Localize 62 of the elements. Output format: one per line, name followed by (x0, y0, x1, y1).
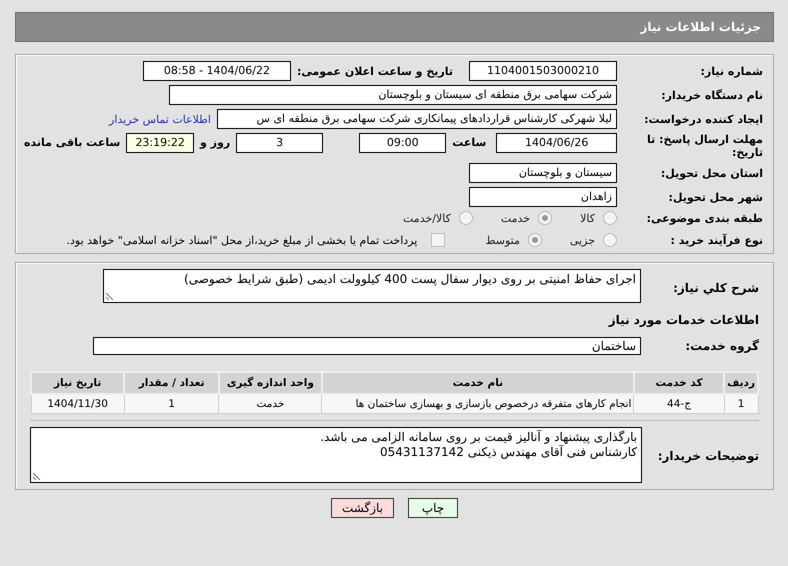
payment-checkbox[interactable] (431, 233, 446, 247)
notes-line: کارشناس فنی آقای مهندس ذیکنی 05431137142 (378, 445, 638, 460)
page-title-bar: جزئیات اطلاعات نیاز (15, 12, 774, 42)
buyer-name-field[interactable]: شرکت سهامی برق منطقه ای سیستان و بلوچستان (169, 85, 617, 105)
radio-button[interactable] (528, 233, 542, 247)
option-label: خدمت (500, 212, 530, 224)
option-label: جزیی (570, 234, 595, 246)
column-header: تعداد / مقدار (124, 372, 219, 394)
table-cell: 1 (724, 394, 758, 414)
days-field[interactable]: 3 (236, 133, 324, 153)
description-text: اجرای حفاظ امنیتی بر روی دیوار سفال پست 400 کیلوولت ادیمی (طبق شرایط خصوصی) (184, 272, 636, 286)
buyer-contact-link[interactable]: اطلاعات تماس خریدار (109, 112, 211, 126)
field-label: تاریخ و ساعت اعلان عمومی: (296, 64, 453, 78)
field-label: نوع فرآیند خرید : (670, 234, 763, 246)
field-label: شهر محل تحویل: (668, 190, 763, 204)
field-label: توضیحات خریدار: (656, 449, 759, 463)
column-header: ردیف (724, 372, 758, 394)
radio-button[interactable] (458, 211, 473, 225)
field-label: استان محل تحویل: (660, 166, 763, 180)
remaining-time-field[interactable]: 23:19:22 (126, 133, 194, 153)
field-label: نام دستگاه خریدار: (660, 88, 763, 102)
field-label: شرح كلي نياز: (672, 281, 759, 295)
table-cell: انجام کارهای متفرقه درخصوص بازسازی و بهسازی ساختمان ها (322, 394, 634, 414)
payment-option-label: پرداخت تمام یا بخشی از مبلغ خرید،از محل "اسناد خزانه اسلامی" خواهد بود. (66, 234, 418, 246)
need-number-field[interactable]: 1104001503000210 (469, 61, 617, 81)
field-label: طبقه بندی موضوعی: (646, 212, 763, 224)
field-label: ساعت (452, 135, 486, 151)
province-field[interactable]: سیستان و بلوچستان (469, 163, 617, 183)
section-title: اطلاعات خدمات مورد نیاز (607, 313, 759, 327)
buyer-notes-field[interactable]: بارگذاری پیشنهاد و آنالیز قیمت بر روی سامانه الزامی می باشد. کارشناس فنی آقای مهندس ذیکنی 05431137142 (30, 427, 642, 483)
option-label: کالا/خدمت (403, 212, 451, 224)
field-label: روز و (200, 135, 230, 151)
table-cell: خدمت (218, 394, 322, 414)
column-header: نام خدمت (322, 372, 634, 394)
service-group-field[interactable]: ساختمان (93, 337, 641, 355)
print-button[interactable]: چاپ (408, 498, 458, 518)
deadline-date-field[interactable]: 1404/06/26 (496, 133, 617, 153)
announce-date-field[interactable]: 1404/06/22 - 08:58 (142, 61, 291, 81)
deadline-time-field[interactable]: 09:00 (359, 133, 446, 153)
radio-button[interactable] (603, 211, 617, 225)
radio-button[interactable] (538, 211, 552, 225)
option-label: متوسط (485, 234, 520, 246)
city-field[interactable]: زاهدان (469, 187, 617, 207)
table-cell: 1 (124, 394, 219, 414)
column-header: کد خدمت (634, 372, 724, 394)
requester-field[interactable]: لیلا شهرکی کارشناس قراردادهای پیمانکاری شرکت سهامی برق منطقه ای س (217, 109, 617, 129)
column-header: تاریخ نیاز (31, 372, 124, 394)
option-label: کالا (580, 212, 595, 224)
field-label: مهلت ارسال پاسخ: تا تاریخ: (646, 133, 763, 159)
field-label: شماره نیاز: (700, 64, 763, 78)
resize-grip-icon[interactable] (106, 292, 114, 300)
notes-line: بارگذاری پیشنهاد و آنالیز قیمت بر روی سامانه الزامی می باشد. (319, 430, 638, 444)
table-cell: ج-44 (634, 394, 724, 414)
column-header: واحد اندازه گیری (218, 372, 322, 394)
field-label: گروه خدمت: (684, 339, 759, 353)
table-cell: 1404/11/30 (31, 394, 124, 414)
field-label: ایجاد کننده درخواست: (643, 112, 763, 126)
resize-grip-icon[interactable] (33, 472, 41, 480)
back-button[interactable]: بازگشت (331, 498, 394, 518)
radio-button[interactable] (603, 233, 617, 247)
description-field[interactable]: اجرای حفاظ امنیتی بر روی دیوار سفال پست 400 کیلوولت ادیمی (طبق شرایط خصوصی) (103, 269, 641, 303)
field-label: ساعت باقی مانده (24, 135, 120, 151)
